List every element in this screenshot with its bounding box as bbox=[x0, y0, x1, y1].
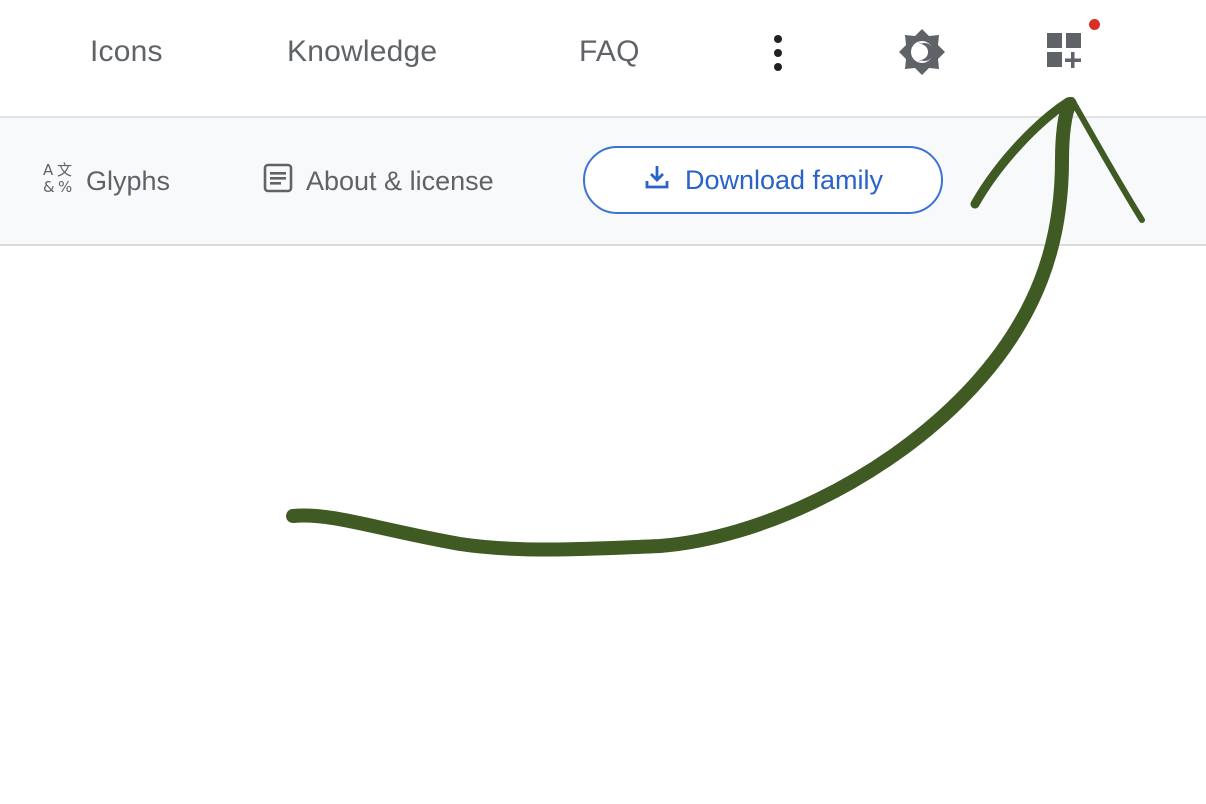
tab-about-license[interactable]: About & license bbox=[262, 158, 494, 204]
svg-text:%: % bbox=[58, 178, 72, 195]
nav-link-knowledge[interactable]: Knowledge bbox=[287, 30, 437, 74]
article-icon bbox=[262, 162, 294, 201]
nav-link-faq[interactable]: FAQ bbox=[579, 30, 640, 74]
tab-about-license-label: About & license bbox=[306, 165, 494, 196]
top-navigation-bar: Icons Knowledge FAQ bbox=[0, 0, 1206, 118]
family-subnav: A 文 & % Glyphs About & license Download … bbox=[0, 118, 1206, 246]
svg-text:A: A bbox=[43, 161, 54, 179]
download-family-button[interactable]: Download family bbox=[583, 146, 943, 214]
nav-link-icons[interactable]: Icons bbox=[90, 30, 163, 74]
glyphs-icon: A 文 & % bbox=[42, 161, 74, 202]
tab-glyphs-label: Glyphs bbox=[86, 165, 171, 196]
more-vert-icon[interactable] bbox=[760, 30, 796, 76]
brightness-icon[interactable] bbox=[896, 26, 948, 78]
download-family-label: Download family bbox=[684, 164, 884, 195]
svg-text:&: & bbox=[43, 178, 55, 195]
notification-dot bbox=[1089, 19, 1100, 30]
svg-text:文: 文 bbox=[57, 161, 72, 179]
widget-add-icon[interactable] bbox=[1044, 30, 1086, 72]
tab-glyphs[interactable]: A 文 & % Glyphs bbox=[42, 158, 170, 204]
download-icon bbox=[643, 163, 671, 198]
